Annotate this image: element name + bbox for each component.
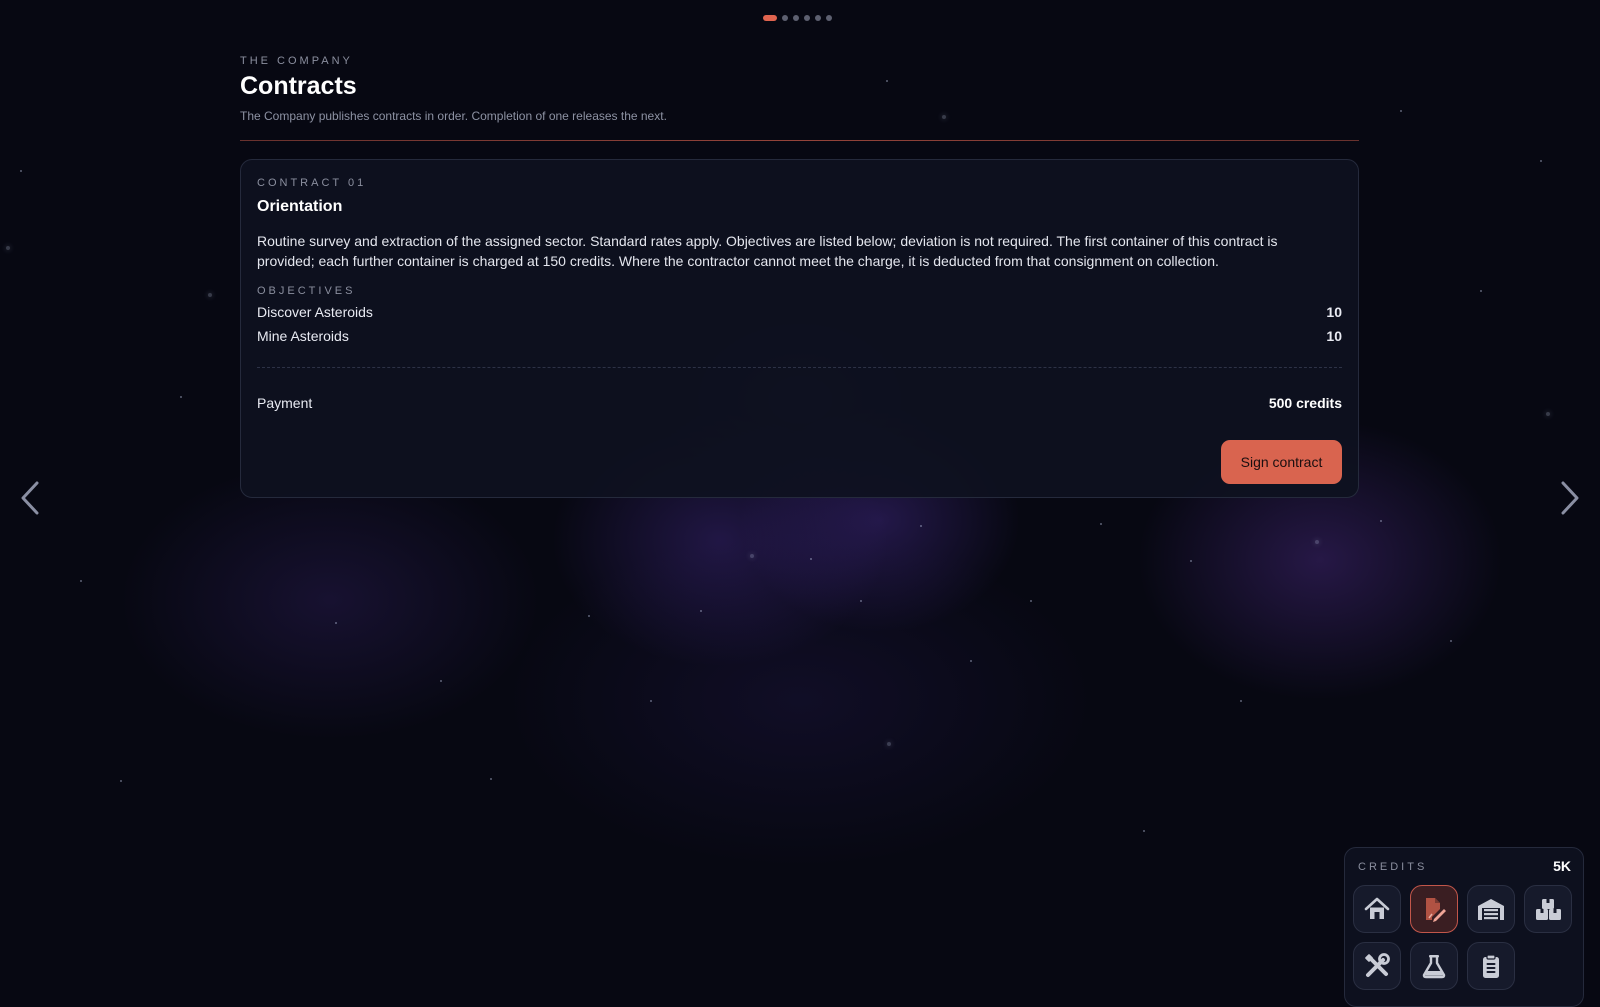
page-subtitle: The Company publishes contracts in order… — [240, 109, 667, 123]
hangar-icon — [1478, 899, 1504, 920]
star — [1315, 540, 1319, 544]
star — [1240, 700, 1242, 702]
credits-value: 5K — [1553, 858, 1571, 874]
contract-card: CONTRACT 01 Orientation Routine survey a… — [240, 159, 1359, 498]
credits-label: CREDITS — [1358, 861, 1428, 873]
page-dot[interactable] — [782, 15, 788, 21]
page-dot[interactable] — [815, 15, 821, 21]
bottom-dock: CREDITS 5K — [1344, 847, 1584, 1007]
chevron-left-icon — [21, 481, 39, 515]
flask-icon — [1422, 955, 1446, 979]
home-icon — [1364, 897, 1390, 919]
star — [440, 680, 442, 682]
page-dot[interactable] — [793, 15, 799, 21]
objective-name: Discover Asteroids — [257, 304, 373, 320]
star — [20, 170, 22, 172]
star — [1400, 110, 1402, 112]
tools-button[interactable] — [1353, 942, 1401, 990]
objectives-label: OBJECTIVES — [257, 285, 356, 297]
page-dot[interactable] — [804, 15, 810, 21]
star — [650, 700, 652, 702]
star — [80, 580, 82, 582]
star — [335, 622, 337, 624]
payment-label: Payment — [257, 395, 313, 411]
tools-icon — [1365, 953, 1390, 977]
star — [490, 778, 492, 780]
objective-name: Mine Asteroids — [257, 328, 349, 344]
star — [860, 600, 862, 602]
contracts-button[interactable] — [1410, 885, 1458, 933]
star — [887, 742, 891, 746]
sign-contract-button[interactable]: Sign contract — [1221, 440, 1342, 484]
payment-value: 500 credits — [1268, 395, 1342, 411]
objective-row: Mine Asteroids 10 — [257, 324, 1342, 348]
star — [588, 615, 590, 617]
star — [920, 525, 922, 527]
star — [6, 246, 10, 250]
star — [1546, 412, 1550, 416]
hangar-button[interactable] — [1467, 885, 1515, 933]
star — [208, 293, 212, 297]
star — [750, 554, 754, 558]
payment-row: Payment 500 credits — [257, 395, 1342, 411]
star — [1190, 560, 1192, 562]
page-dot-active[interactable] — [763, 15, 777, 21]
home-button[interactable] — [1353, 885, 1401, 933]
star — [1100, 523, 1102, 525]
star — [1143, 830, 1145, 832]
contract-number: CONTRACT 01 — [257, 177, 367, 189]
objective-row: Discover Asteroids 10 — [257, 300, 1342, 324]
star — [180, 396, 182, 398]
objective-value: 10 — [1326, 304, 1342, 320]
contract-title: Orientation — [257, 198, 343, 215]
star — [810, 558, 812, 560]
section-eyebrow: THE COMPANY — [240, 55, 353, 67]
contract-description: Routine survey and extraction of the ass… — [257, 233, 1278, 269]
research-button[interactable] — [1410, 942, 1458, 990]
cargo-icon — [1536, 899, 1561, 920]
cargo-button[interactable] — [1524, 885, 1572, 933]
star — [1030, 600, 1032, 602]
page-title: Contracts — [240, 72, 357, 100]
header-divider — [240, 140, 1359, 141]
star — [1480, 290, 1482, 292]
star — [1540, 160, 1542, 162]
tasks-button[interactable] — [1467, 942, 1515, 990]
star — [120, 780, 122, 782]
star — [1380, 520, 1382, 522]
payment-divider — [257, 367, 1342, 368]
page-dot[interactable] — [826, 15, 832, 21]
contract-sign-icon — [1426, 898, 1446, 922]
star — [970, 660, 972, 662]
star — [700, 610, 702, 612]
next-page-button[interactable] — [1555, 478, 1585, 518]
page-indicator[interactable] — [763, 15, 832, 21]
chevron-right-icon — [1561, 481, 1579, 515]
previous-page-button[interactable] — [15, 478, 45, 518]
clipboard-icon — [1483, 954, 1499, 978]
objective-value: 10 — [1326, 328, 1342, 344]
contracts-header: THE COMPANY Contracts The Company publis… — [240, 55, 1359, 141]
objectives-list: Discover Asteroids 10 Mine Asteroids 10 — [257, 300, 1342, 348]
star — [1450, 640, 1452, 642]
